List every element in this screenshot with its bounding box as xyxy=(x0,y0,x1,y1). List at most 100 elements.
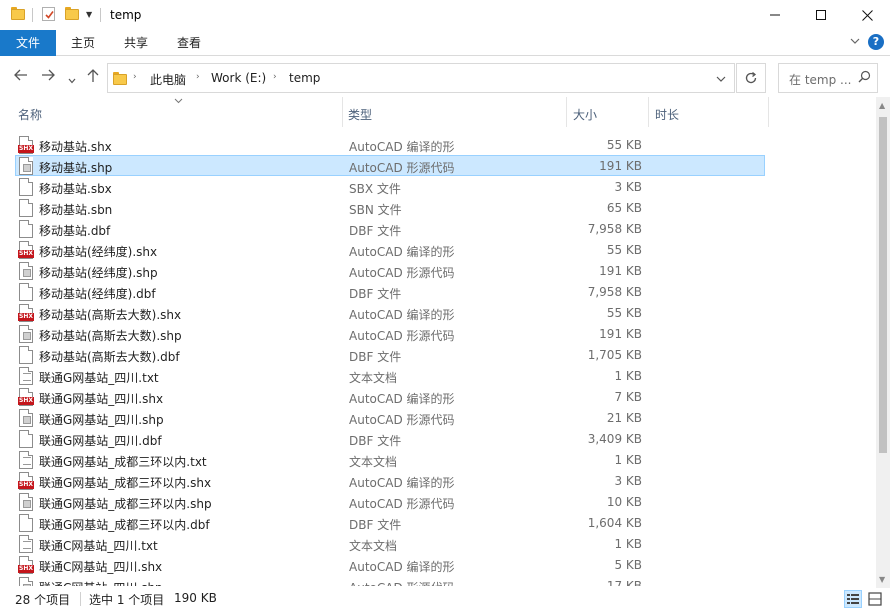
file-row[interactable]: 联通G网基站_成都三环以内.txt 文本文档 1 KB xyxy=(15,449,765,470)
file-name[interactable]: 联通G网基站_成都三环以内.shx xyxy=(39,474,211,491)
file-row[interactable]: SHX 联通G网基站_四川.shx AutoCAD 编译的形 7 KB xyxy=(15,386,765,407)
file-name[interactable]: 联通G网基站_四川.shp xyxy=(39,411,164,428)
file-row[interactable]: SHX 移动基站(高斯去大数).shx AutoCAD 编译的形 55 KB xyxy=(15,302,765,323)
file-row[interactable]: 联通G网基站_成都三环以内.shp AutoCAD 形源代码 10 KB xyxy=(15,491,765,512)
file-size: 65 KB xyxy=(606,201,642,215)
close-button[interactable] xyxy=(844,0,890,30)
column-divider[interactable] xyxy=(342,97,343,127)
file-type: AutoCAD 形源代码 xyxy=(349,161,455,175)
breadcrumb-separator-icon[interactable]: › xyxy=(133,72,137,82)
file-name[interactable]: 移动基站(高斯去大数).shx xyxy=(39,306,181,323)
address-bar[interactable]: › 此电脑 › Work (E:) › temp xyxy=(107,63,735,93)
file-name[interactable]: 联通G网基站_成都三环以内.shp xyxy=(39,495,212,512)
file-row[interactable]: 移动基站(经纬度).shp AutoCAD 形源代码 191 KB xyxy=(15,260,765,281)
tab-view[interactable]: 查看 xyxy=(164,30,214,56)
file-row[interactable]: 联通C网基站_四川.txt 文本文档 1 KB xyxy=(15,533,765,554)
file-name[interactable]: 移动基站.sbn xyxy=(39,201,112,218)
file-name[interactable]: 联通G网基站_四川.dbf xyxy=(39,432,162,449)
column-header-duration[interactable]: 时长 xyxy=(655,106,679,123)
file-row[interactable]: SHX 移动基站.shx AutoCAD 编译的形 55 KB xyxy=(15,134,765,155)
back-arrow-icon[interactable] xyxy=(14,69,28,84)
file-row[interactable]: 移动基站(高斯去大数).dbf DBF 文件 1,705 KB xyxy=(15,344,765,365)
file-name[interactable]: 联通C网基站_四川.shp xyxy=(39,579,163,586)
shp-file-icon xyxy=(18,577,34,586)
file-row[interactable]: 联通G网基站_成都三环以内.dbf DBF 文件 1,604 KB xyxy=(15,512,765,533)
new-folder-icon[interactable] xyxy=(65,7,79,20)
file-row[interactable]: 联通G网基站_四川.dbf DBF 文件 3,409 KB xyxy=(15,428,765,449)
breadcrumb-drive[interactable]: Work (E:) xyxy=(211,71,266,85)
file-row[interactable]: 移动基站(高斯去大数).shp AutoCAD 形源代码 191 KB xyxy=(15,323,765,344)
file-name[interactable]: 移动基站(经纬度).shx xyxy=(39,243,157,260)
file-row[interactable]: 联通G网基站_四川.txt 文本文档 1 KB xyxy=(15,365,765,386)
file-row[interactable]: 移动基站(经纬度).dbf DBF 文件 7,958 KB xyxy=(15,281,765,302)
forward-arrow-icon[interactable] xyxy=(41,69,55,84)
file-name[interactable]: 移动基站.shp xyxy=(39,159,112,176)
file-row[interactable]: 联通G网基站_四川.shp AutoCAD 形源代码 21 KB xyxy=(15,407,765,428)
file-name[interactable]: 联通G网基站_四川.shx xyxy=(39,390,163,407)
vertical-scrollbar[interactable]: ▲ ▼ xyxy=(876,97,890,588)
file-row[interactable]: 移动基站.shp AutoCAD 形源代码 191 KB xyxy=(15,155,765,176)
file-row[interactable]: 移动基站.sbx SBX 文件 3 KB xyxy=(15,176,765,197)
help-button[interactable]: ? xyxy=(868,34,884,50)
file-size: 55 KB xyxy=(606,138,642,152)
tab-file[interactable]: 文件 xyxy=(0,30,56,56)
file-size: 3 KB xyxy=(614,474,642,488)
file-size: 191 KB xyxy=(599,264,642,278)
file-name[interactable]: 移动基站(高斯去大数).shp xyxy=(39,327,182,344)
recent-locations-chevron-icon[interactable] xyxy=(68,72,76,87)
column-divider[interactable] xyxy=(768,97,769,127)
details-view-button[interactable] xyxy=(844,590,862,608)
maximize-button[interactable] xyxy=(798,0,844,30)
breadcrumb-this-pc[interactable]: 此电脑 xyxy=(150,71,186,88)
address-history-chevron-icon[interactable] xyxy=(716,72,726,86)
up-arrow-icon[interactable] xyxy=(87,69,99,86)
file-size: 7,958 KB xyxy=(587,285,642,299)
properties-icon[interactable] xyxy=(42,7,55,21)
file-name[interactable]: 移动基站(高斯去大数).dbf xyxy=(39,348,180,365)
expand-ribbon-chevron-icon[interactable] xyxy=(850,37,860,48)
file-name[interactable]: 联通C网基站_四川.txt xyxy=(39,537,158,554)
file-row[interactable]: SHX 移动基站(经纬度).shx AutoCAD 编译的形 55 KB xyxy=(15,239,765,260)
file-row[interactable]: 联通C网基站_四川.shp AutoCAD 形源代码 17 KB xyxy=(15,575,765,586)
details-view-icon xyxy=(847,594,859,604)
file-name[interactable]: 移动基站.shx xyxy=(39,138,112,155)
file-name[interactable]: 移动基站(经纬度).shp xyxy=(39,264,158,281)
shp-file-icon xyxy=(18,493,34,511)
file-size: 3 KB xyxy=(614,180,642,194)
scroll-up-arrow-icon[interactable]: ▲ xyxy=(879,101,885,110)
file-row[interactable]: 移动基站.sbn SBN 文件 65 KB xyxy=(15,197,765,218)
status-selection-size: 190 KB xyxy=(174,591,217,605)
file-row[interactable]: 移动基站.dbf DBF 文件 7,958 KB xyxy=(15,218,765,239)
column-divider[interactable] xyxy=(566,97,567,127)
breadcrumb-separator-icon[interactable]: › xyxy=(273,72,277,82)
file-name[interactable]: 联通G网基站_成都三环以内.txt xyxy=(39,453,207,470)
large-icons-view-button[interactable] xyxy=(866,590,884,608)
file-row[interactable]: SHX 联通G网基站_成都三环以内.shx AutoCAD 编译的形 3 KB xyxy=(15,470,765,491)
search-input[interactable]: 在 temp ... xyxy=(778,63,878,93)
file-type: DBF 文件 xyxy=(349,350,402,364)
status-divider xyxy=(80,592,81,606)
file-type: 文本文档 xyxy=(349,455,398,469)
customize-toolbar-chevron-icon[interactable]: ▼ xyxy=(86,10,92,19)
breadcrumb-folder[interactable]: temp xyxy=(289,71,320,85)
file-name[interactable]: 联通G网基站_四川.txt xyxy=(39,369,159,386)
file-name[interactable]: 移动基站.dbf xyxy=(39,222,110,239)
column-header-name[interactable]: 名称 xyxy=(18,106,42,123)
column-divider[interactable] xyxy=(648,97,649,127)
file-size: 1,604 KB xyxy=(587,516,642,530)
scrollbar-thumb[interactable] xyxy=(879,117,887,453)
file-name[interactable]: 移动基站(经纬度).dbf xyxy=(39,285,156,302)
column-header-type[interactable]: 类型 xyxy=(348,106,372,123)
file-row[interactable]: SHX 联通C网基站_四川.shx AutoCAD 编译的形 5 KB xyxy=(15,554,765,575)
file-list: SHX 移动基站.shx AutoCAD 编译的形 55 KB 移动基站.shp Auto… xyxy=(0,134,876,586)
tab-share[interactable]: 共享 xyxy=(110,30,162,56)
breadcrumb-separator-icon[interactable]: › xyxy=(196,72,200,82)
file-name[interactable]: 移动基站.sbx xyxy=(39,180,112,197)
refresh-button[interactable] xyxy=(736,63,766,93)
minimize-button[interactable] xyxy=(752,0,798,30)
file-name[interactable]: 联通G网基站_成都三环以内.dbf xyxy=(39,516,210,533)
column-header-size[interactable]: 大小 xyxy=(573,106,597,123)
scroll-down-arrow-icon[interactable]: ▼ xyxy=(879,575,885,584)
tab-home[interactable]: 主页 xyxy=(58,30,108,56)
file-name[interactable]: 联通C网基站_四川.shx xyxy=(39,558,162,575)
